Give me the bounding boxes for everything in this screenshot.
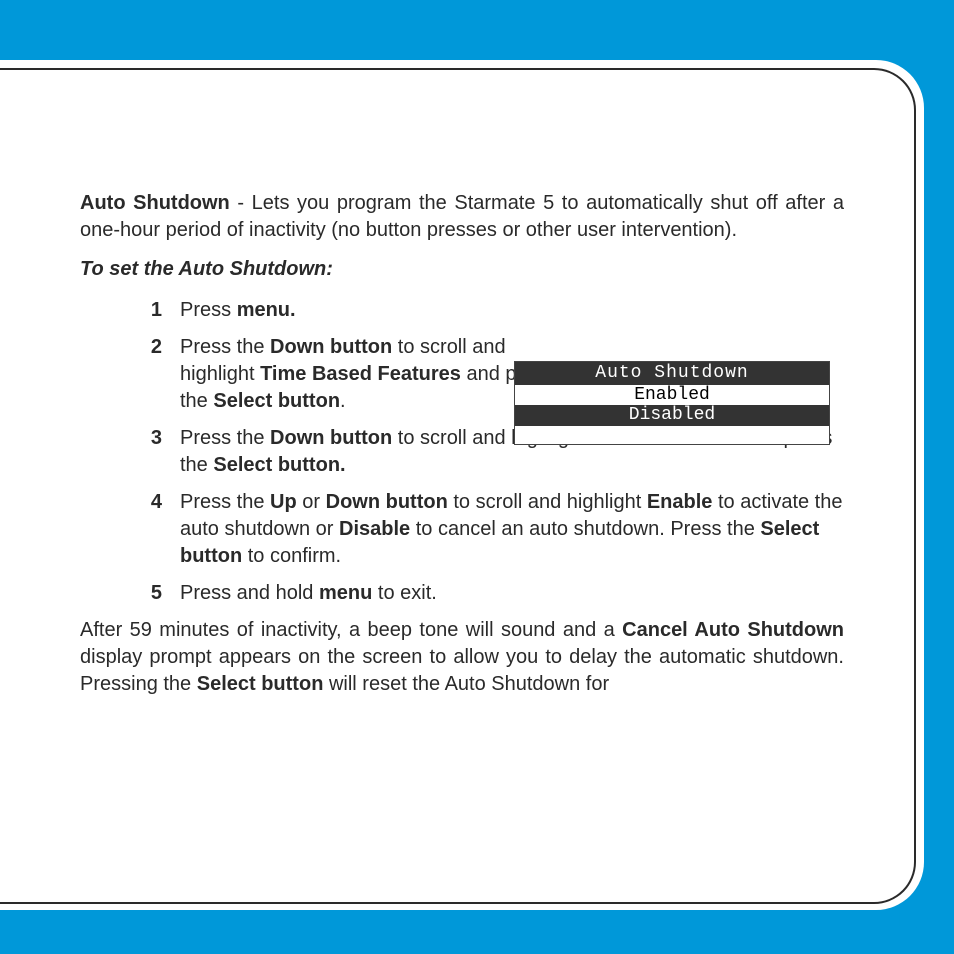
step-text: to exit. xyxy=(372,582,436,604)
intro-dash: - xyxy=(230,192,252,214)
step-5: 5 Press and hold menu to exit. xyxy=(80,580,844,607)
footer-text: will reset the Auto Shutdown for xyxy=(323,673,609,695)
footer-text: After 59 minutes of inactivity, a beep t… xyxy=(80,619,622,641)
step-text: to confirm. xyxy=(242,545,341,567)
step-bold: Down button xyxy=(326,491,448,513)
step-bold: Down button xyxy=(270,336,392,358)
intro-paragraph: Auto Shutdown - Lets you program the Sta… xyxy=(80,190,844,244)
step-1: 1 Press menu. xyxy=(80,297,844,324)
step-4: 4 Press the Up or Down button to scroll … xyxy=(80,489,844,570)
step-text: Press the xyxy=(180,491,270,513)
step-text: Press xyxy=(180,299,237,321)
step-number: 2 xyxy=(80,334,180,415)
screenshot-padding xyxy=(515,426,829,444)
step-bold: Enable xyxy=(647,491,713,513)
step-text: . xyxy=(340,390,346,412)
step-bold: menu. xyxy=(237,299,296,321)
step-bold: menu xyxy=(319,582,372,604)
step-number: 3 xyxy=(80,425,180,479)
step-text: Press the xyxy=(180,336,270,358)
intro-title: Auto Shutdown xyxy=(80,192,230,214)
step-text: or xyxy=(297,491,326,513)
device-screenshot: Auto Shutdown Enabled Disabled xyxy=(514,361,830,445)
step-bold: Time Based Features xyxy=(260,363,461,385)
step-body: Press the Up or Down button to scroll an… xyxy=(180,489,844,570)
step-number: 4 xyxy=(80,489,180,570)
step-bold: Select button. xyxy=(213,454,345,476)
step-number: 5 xyxy=(80,580,180,607)
step-bold: Up xyxy=(270,491,297,513)
step-bold: Down button xyxy=(270,427,392,449)
step-number: 1 xyxy=(80,297,180,324)
screenshot-option-enabled: Enabled xyxy=(515,385,829,406)
page-number: 107 xyxy=(890,905,936,936)
footer-bold: Cancel Auto Shutdown xyxy=(622,619,844,641)
screenshot-title: Auto Shutdown xyxy=(515,362,829,385)
step-text: to scroll and highlight xyxy=(448,491,647,513)
manual-page: Auto Shutdown - Lets you program the Sta… xyxy=(0,60,924,910)
step-bold: Disable xyxy=(339,518,410,540)
step-text: Press and hold xyxy=(180,582,319,604)
screenshot-option-disabled-selected: Disabled xyxy=(515,405,829,426)
step-text: Press the xyxy=(180,427,270,449)
step-body: Press menu. xyxy=(180,297,580,324)
step-body: Press and hold menu to exit. xyxy=(180,580,844,607)
sub-heading: To set the Auto Shutdown: xyxy=(80,258,844,281)
step-text: to cancel an auto shutdown. Press the xyxy=(410,518,760,540)
footer-paragraph: After 59 minutes of inactivity, a beep t… xyxy=(80,617,844,698)
footer-bold: Select button xyxy=(197,673,324,695)
step-bold: Select button xyxy=(213,390,340,412)
